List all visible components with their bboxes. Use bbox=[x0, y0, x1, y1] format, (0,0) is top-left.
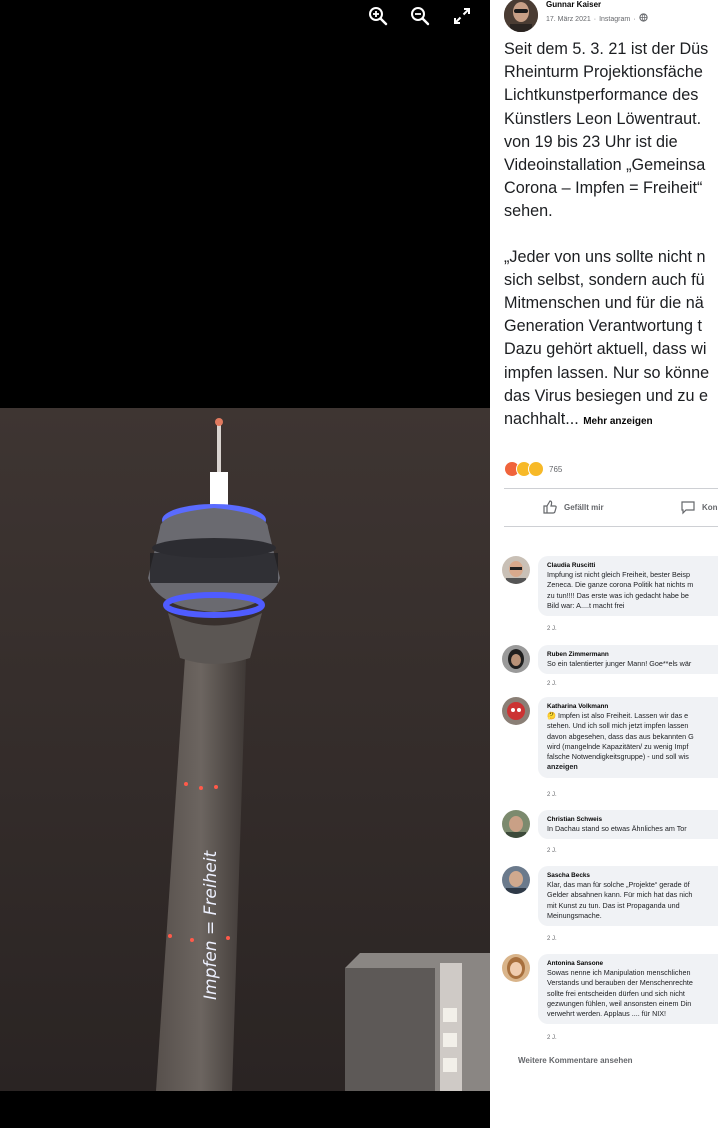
commenter-name[interactable]: Antonina Sansone bbox=[547, 959, 718, 968]
commenter-name[interactable]: Christian Schweis bbox=[547, 815, 718, 824]
comment-line: Impfen ist also Freiheit. Lassen wir das… bbox=[557, 711, 689, 720]
comment-line: wird (mangelnde Kapazitäten/ zu wenig Im… bbox=[547, 741, 689, 751]
avatar[interactable] bbox=[502, 556, 530, 584]
post-actions: Gefällt mir Kon bbox=[490, 494, 718, 520]
comment-line: Verstands und berauben der Menschenrecht… bbox=[547, 978, 693, 988]
comment-icon bbox=[681, 501, 695, 515]
author-name[interactable]: Gunnar Kaiser bbox=[546, 0, 648, 10]
separator: · bbox=[593, 16, 597, 23]
comment-line: Impfung ist nicht gleich Freiheit, beste… bbox=[547, 570, 691, 579]
comment-time[interactable]: 2 J. bbox=[547, 936, 557, 942]
see-more-link[interactable]: anzeigen bbox=[547, 762, 718, 772]
photo-viewer: Impfen = Freiheit bbox=[0, 0, 490, 1128]
comment-line: Sowas nenne ich Manipulation menschliche… bbox=[547, 968, 691, 977]
expand-icon[interactable] bbox=[450, 4, 474, 28]
post-line: Seit dem 5. 3. 21 ist der Düs bbox=[504, 40, 709, 58]
comment-line: stehen. Und ich soll mich jetzt impfen l… bbox=[547, 721, 689, 731]
post-date[interactable]: 17. März 2021 bbox=[546, 14, 591, 25]
quote-line: das Virus besiegen und zu e bbox=[504, 386, 708, 405]
comment-time[interactable]: 2 J. bbox=[547, 681, 557, 687]
comment-line: Klar, das man für solche „Projekte“ gera… bbox=[547, 880, 690, 889]
comment-line: Gelder absahnen kann. Für mich hat das n… bbox=[547, 890, 693, 900]
comment-label: Kon bbox=[702, 502, 718, 512]
comment-time[interactable]: 2 J. bbox=[547, 1035, 557, 1041]
rheinturm-photo: Impfen = Freiheit bbox=[0, 408, 490, 1091]
comment-line: zu tun!!!! Das erste was ich gedacht hab… bbox=[547, 590, 689, 600]
commenter-name[interactable]: Sascha Becks bbox=[547, 871, 718, 880]
comment-bubble: Ruben Zimmermann So ein talentierter jun… bbox=[538, 645, 718, 675]
divider bbox=[504, 488, 718, 489]
like-label: Gefällt mir bbox=[564, 502, 604, 512]
quote-line: Dazu gehört aktuell, dass wi bbox=[504, 340, 707, 359]
see-more-link[interactable]: Mehr anzeigen bbox=[583, 416, 652, 427]
post-line: Lichtkunstperformance des bbox=[504, 86, 699, 105]
avatar[interactable] bbox=[502, 810, 530, 838]
quote-line: „Jeder von uns sollte nicht n bbox=[504, 247, 706, 266]
comment-bubble: Antonina Sansone Sowas nenne ich Manipul… bbox=[538, 954, 718, 1025]
comment-line: Zeneca. Die ganze corona Politik hat nic… bbox=[547, 580, 694, 590]
projection-text: Impfen = Freiheit bbox=[201, 849, 221, 1000]
post-line: Rheinturm Projektionsfäche bbox=[504, 63, 703, 82]
comment-line: davon abgesehen, dass das aus bekannten … bbox=[547, 731, 694, 741]
divider bbox=[504, 526, 718, 527]
avatar[interactable] bbox=[502, 645, 530, 673]
comment-line: verwehrt werden. Applaus .... für NIX! bbox=[547, 1009, 667, 1019]
separator: · bbox=[633, 16, 636, 23]
thinking-emoji-icon: 🤔 bbox=[547, 711, 556, 720]
comment-bubble: Sascha Becks Klar, das man für solche „P… bbox=[538, 866, 718, 927]
quote-line: sich selbst, sondern auch fü bbox=[504, 270, 705, 289]
post-line: sehen. bbox=[504, 202, 553, 221]
comment-line: So ein talentierter junger Mann! Goe**el… bbox=[547, 659, 692, 668]
comment-line: mit Kunst zu tun. Das ist Propaganda und bbox=[547, 900, 680, 910]
quote-line: Generation Verantwortung t bbox=[504, 317, 702, 336]
comment-line: Bild war: A....t macht frei bbox=[547, 600, 625, 610]
globe-icon bbox=[638, 13, 648, 26]
post-line: Videoinstallation „Gemeinsa bbox=[504, 156, 706, 175]
comment-time[interactable]: 2 J. bbox=[547, 626, 557, 632]
post-line: Künstlers Leon Löwentraut. bbox=[504, 109, 702, 128]
comment-time[interactable]: 2 J. bbox=[547, 848, 557, 854]
view-more-comments-link[interactable]: Weitere Kommentare ansehen bbox=[518, 1056, 633, 1065]
comment-time[interactable]: 2 J. bbox=[547, 792, 557, 798]
avatar[interactable] bbox=[502, 697, 530, 725]
avatar[interactable] bbox=[502, 954, 530, 982]
wow-reaction-icon bbox=[528, 461, 544, 477]
comment-line: falsche Notwendigkeitsgruppe) - und soll… bbox=[547, 752, 689, 762]
commenter-name[interactable]: Claudia Ruscitti bbox=[547, 561, 718, 570]
quote-line: nachhalt... bbox=[504, 410, 579, 429]
comment-bubble: Claudia Ruscitti Impfung ist nicht gleic… bbox=[538, 556, 718, 617]
author-avatar[interactable] bbox=[504, 0, 538, 32]
comment-line: gezwungen fühlen, weil ansonsten einem D… bbox=[547, 998, 692, 1008]
reactions-summary[interactable]: 765 bbox=[504, 461, 562, 477]
quote-line: impfen lassen. Nur so könne bbox=[504, 363, 710, 382]
post-line: Corona – Impfen = Freiheit“ bbox=[504, 179, 703, 198]
viewer-controls bbox=[366, 4, 474, 28]
commenter-name[interactable]: Katharina Volkmann bbox=[547, 702, 718, 711]
comment-line: Meinungsmache. bbox=[547, 910, 602, 920]
like-button[interactable]: Gefällt mir bbox=[542, 499, 604, 515]
commenter-name[interactable]: Ruben Zimmermann bbox=[547, 650, 718, 659]
comment-bubble: Christian Schweis In Dachau stand so etw… bbox=[538, 810, 718, 840]
comment-button[interactable]: Kon bbox=[680, 499, 718, 515]
zoom-out-icon[interactable] bbox=[408, 4, 432, 28]
comment-line: sollte frei entscheiden dürfen und sich … bbox=[547, 988, 685, 998]
comment-bubble: Katharina Volkmann 🤔 Impfen ist also Fre… bbox=[538, 697, 718, 778]
post-line: von 19 bis 23 Uhr ist die bbox=[504, 132, 678, 151]
zoom-in-icon[interactable] bbox=[366, 4, 390, 28]
avatar[interactable] bbox=[502, 866, 530, 894]
thumbs-up-icon bbox=[543, 500, 557, 514]
comment-line: In Dachau stand so etwas Ähnliches am To… bbox=[547, 824, 687, 833]
post-source: Instagram bbox=[599, 16, 631, 23]
post-panel: Gunnar Kaiser 17. März 2021 · Instagram … bbox=[490, 0, 718, 1128]
post-header: Gunnar Kaiser 17. März 2021 · Instagram … bbox=[504, 0, 648, 34]
post-body: Seit dem 5. 3. 21 ist der Düs Rheinturm … bbox=[504, 38, 718, 433]
reaction-count: 765 bbox=[549, 464, 563, 474]
quote-line: Mitmenschen und für die nä bbox=[504, 294, 704, 313]
